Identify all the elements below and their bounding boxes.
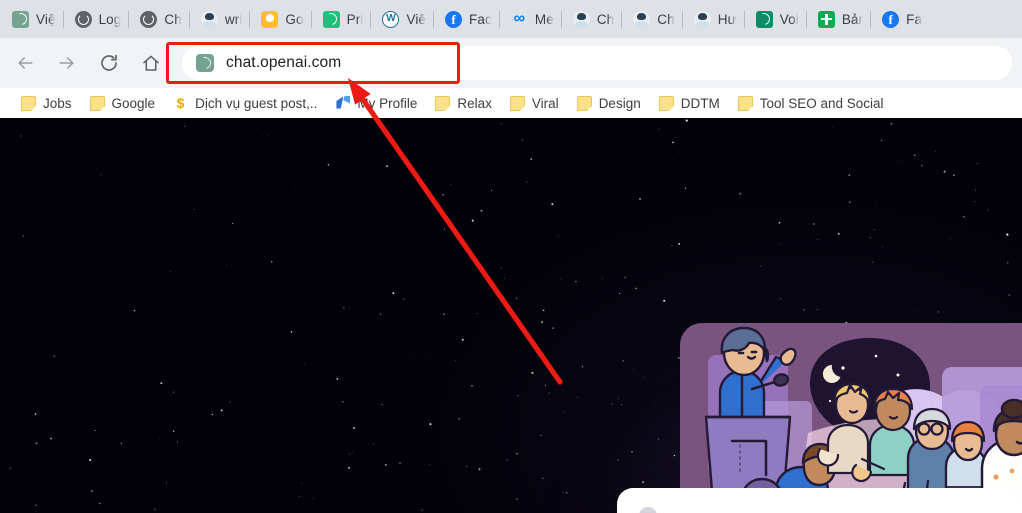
browser-toolbar: chat.openai.com <box>0 38 1022 88</box>
address-bar-url[interactable]: chat.openai.com <box>226 54 341 72</box>
bookmark-label: Relax <box>457 95 492 111</box>
content-sheet <box>617 488 1022 513</box>
tab-label: wri <box>224 11 243 27</box>
home-icon <box>143 55 159 71</box>
folder-icon <box>576 95 592 111</box>
avatar-icon <box>572 10 590 28</box>
tab-label: Việ <box>36 11 56 27</box>
tab-label: Me <box>534 11 554 27</box>
bookmark-label: Google <box>111 95 156 111</box>
page-content <box>0 118 1022 513</box>
dollar-icon <box>173 96 188 111</box>
tab-label: Pri <box>346 11 364 27</box>
bookmarks-bar: Jobs Google Dịch vụ guest post,.. My Profil… <box>0 88 1022 118</box>
illustration-card <box>680 323 1022 513</box>
lamp-icon <box>261 10 279 28</box>
tab-label: Voi <box>779 11 799 27</box>
tab-label: Fa <box>906 11 923 27</box>
tab-label: Bảr <box>841 11 864 27</box>
facebook-icon <box>882 10 900 28</box>
chatgpt-site-icon <box>196 54 214 72</box>
folder-icon <box>89 95 105 111</box>
wordpress-icon <box>382 10 400 28</box>
bookmark-label: Dịch vụ guest post,.. <box>195 95 318 111</box>
back-button[interactable] <box>8 46 42 80</box>
globe-icon <box>140 10 158 28</box>
avatar-icon <box>200 10 218 28</box>
bookmark-item[interactable]: Jobs <box>12 93 81 114</box>
bookmark-label: Jobs <box>43 95 72 111</box>
browser-tab[interactable]: Fac <box>433 2 499 36</box>
reload-button[interactable] <box>92 46 126 80</box>
tab-label: Ch <box>164 11 182 27</box>
meta-icon <box>511 11 528 28</box>
browser-tab[interactable]: Ch <box>621 2 681 36</box>
bookmark-label: DDTM <box>680 95 720 111</box>
browser-tab[interactable]: Ch <box>560 2 621 36</box>
browser-tab[interactable]: Ch <box>128 2 188 36</box>
browser-tab[interactable]: Go <box>249 2 310 36</box>
browser-tab[interactable]: Voi <box>743 2 806 36</box>
bookmark-label: Tool SEO and Social <box>759 95 884 111</box>
globe-icon <box>74 10 92 28</box>
browser-tab[interactable]: wri <box>188 2 250 36</box>
green-cross-icon <box>817 10 835 28</box>
tab-label: Hư <box>717 11 737 27</box>
tab-label: Ch <box>596 11 615 27</box>
bookmark-item[interactable]: Relax <box>426 93 501 114</box>
chatgpt-icon <box>12 10 29 28</box>
folder-icon <box>435 95 451 111</box>
bookmark-item[interactable]: Tool SEO and Social <box>729 93 893 114</box>
browser-tab[interactable]: Me <box>498 2 561 36</box>
chatgpt-icon <box>755 10 773 28</box>
browser-tab[interactable]: Fa <box>870 2 929 36</box>
bookmark-item[interactable]: Design <box>568 93 650 114</box>
browser-tab[interactable]: Pri <box>310 2 371 36</box>
bookmark-item[interactable]: My Profile <box>326 93 426 114</box>
folder-icon <box>509 95 525 111</box>
tab-label: Ch <box>657 11 675 27</box>
forward-arrow-icon <box>59 57 74 69</box>
bookmark-item[interactable]: DDTM <box>650 93 729 114</box>
tab-label: Log <box>98 11 122 27</box>
bookmark-label: Viral <box>531 95 559 111</box>
tab-label: Fac <box>469 11 492 27</box>
forward-button[interactable] <box>50 46 84 80</box>
tab-label: Go <box>285 11 304 27</box>
tab-strip: Việ Log Ch wri Go Pri Viê Fac Me Ch Ch Hư Voi Bảr Fa <box>0 0 1022 38</box>
browser-tab[interactable]: Hư <box>681 2 744 36</box>
home-button[interactable] <box>134 46 168 80</box>
tab-label: Viê <box>406 11 427 27</box>
folder-icon <box>21 95 36 111</box>
browser-tab[interactable]: Việ <box>0 2 63 36</box>
bookmark-item[interactable]: Google <box>81 93 165 114</box>
chatgpt-icon <box>322 10 340 28</box>
browser-tab[interactable]: Viê <box>370 2 433 36</box>
bookmark-item[interactable]: Viral <box>501 93 568 114</box>
folder-icon <box>737 95 753 111</box>
browser-window: Việ Log Ch wri Go Pri Viê Fac Me Ch Ch Hư Voi Bảr Fa <box>0 0 1022 513</box>
bookmark-item[interactable]: Dịch vụ guest post,.. <box>164 93 326 114</box>
browser-tab[interactable]: Bảr <box>805 2 870 36</box>
profile-icon <box>335 96 350 111</box>
reload-icon <box>101 54 117 71</box>
bookmark-label: My Profile <box>357 95 418 111</box>
back-arrow-icon <box>18 57 33 69</box>
bookmark-label: Design <box>598 95 641 111</box>
avatar-icon <box>693 10 711 28</box>
avatar-icon <box>633 10 651 28</box>
address-bar[interactable]: chat.openai.com <box>182 46 1012 80</box>
conference-illustration <box>704 326 1022 513</box>
browser-tab[interactable]: Log <box>62 2 129 36</box>
facebook-icon <box>445 10 463 28</box>
folder-icon <box>658 95 674 111</box>
